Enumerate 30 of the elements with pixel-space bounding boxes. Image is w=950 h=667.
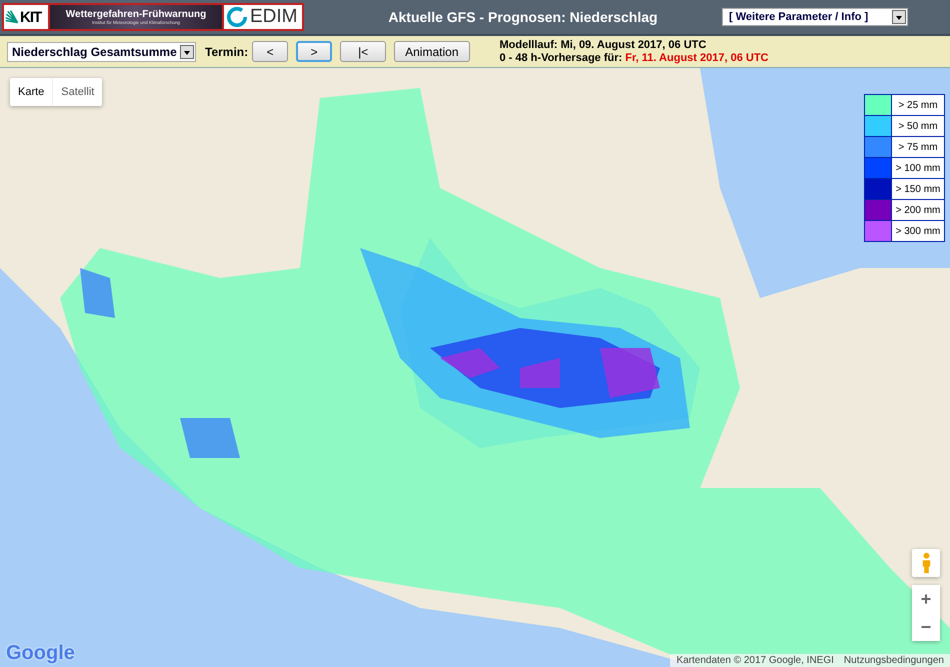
kit-logo: KIT bbox=[2, 3, 50, 31]
map-type-tab[interactable]: Karte bbox=[10, 78, 54, 106]
caret-icon bbox=[180, 44, 194, 58]
parameter-dropdown[interactable]: Niederschlag Gesamtsumme bbox=[7, 42, 196, 62]
legend-label: > 200 mm bbox=[892, 200, 944, 220]
map-type-tab[interactable]: Satellit bbox=[53, 78, 102, 106]
step-button[interactable]: |< bbox=[340, 41, 386, 62]
model-run-text: Modelllauf: Mi, 09. August 2017, 06 UTC bbox=[500, 39, 708, 51]
legend-label: > 300 mm bbox=[892, 221, 944, 241]
forecast-text: 0 - 48 h-Vorhersage für: Fr, 11. August 2017, 06 UTC bbox=[500, 52, 768, 64]
legend-label: > 150 mm bbox=[892, 179, 944, 199]
person-icon bbox=[920, 552, 932, 574]
step-button[interactable]: > bbox=[296, 41, 332, 62]
page-title: Aktuelle GFS - Prognosen: Niederschlag bbox=[387, 9, 659, 25]
legend-label: > 50 mm bbox=[892, 116, 944, 136]
parameter-info-dropdown[interactable]: [ Weitere Parameter / Info ] bbox=[722, 8, 908, 26]
legend-label: > 100 mm bbox=[892, 158, 944, 178]
termin-label: Termin: bbox=[205, 44, 248, 58]
legend-label: > 75 mm bbox=[892, 137, 944, 157]
step-button[interactable]: < bbox=[252, 41, 288, 62]
legend-label: > 25 mm bbox=[892, 95, 944, 115]
cedim-logo: EDIM bbox=[222, 3, 304, 31]
terms-link[interactable]: Nutzungsbedingungen bbox=[844, 655, 944, 666]
google-logo: Google bbox=[6, 642, 75, 665]
street-view-button[interactable] bbox=[912, 549, 940, 577]
zoom-out-button[interactable]: − bbox=[912, 613, 940, 641]
zoom-in-button[interactable]: + bbox=[912, 585, 940, 613]
step-button[interactable]: Animation bbox=[394, 41, 470, 62]
map-attribution: Kartendaten © 2017 Google, INEGI bbox=[676, 655, 834, 666]
caret-icon bbox=[892, 10, 906, 24]
